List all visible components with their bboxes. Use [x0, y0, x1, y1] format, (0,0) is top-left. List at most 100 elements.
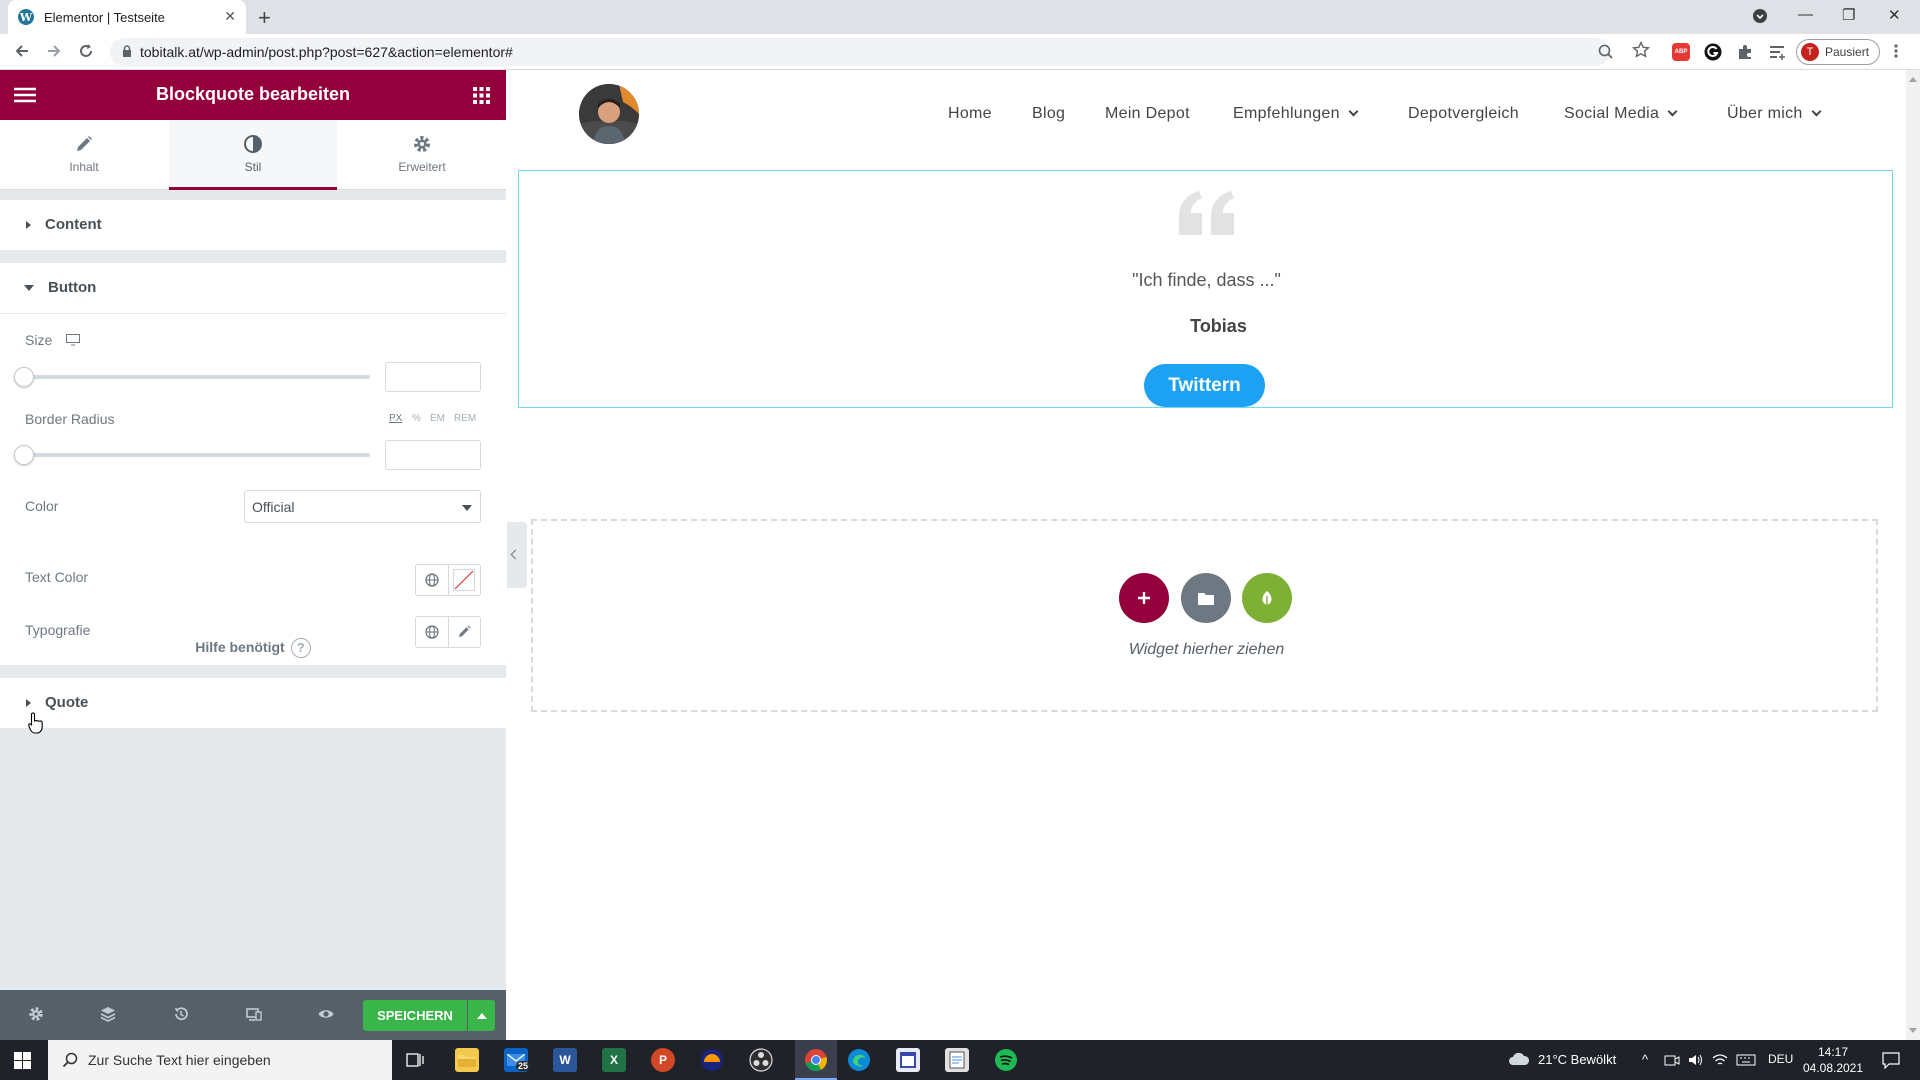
save-button[interactable]: SPEICHERN: [363, 1000, 467, 1031]
color-label: Color: [25, 498, 59, 514]
blockquote-widget[interactable]: "Ich finde, dass ..." Tobias Twittern: [518, 170, 1893, 408]
unit-percent[interactable]: %: [412, 413, 421, 424]
new-tab-icon[interactable]: +: [258, 5, 271, 31]
obs-icon[interactable]: [749, 1048, 773, 1072]
widgets-grid-icon[interactable]: [473, 87, 490, 104]
section-label: Button: [48, 279, 97, 296]
globe-icon[interactable]: [416, 565, 448, 595]
reload-icon[interactable]: [78, 43, 94, 59]
bookmark-star-icon[interactable]: [1632, 41, 1650, 59]
restore-icon[interactable]: ❐: [1842, 6, 1855, 24]
minimize-icon[interactable]: —: [1798, 6, 1813, 23]
border-radius-slider-handle[interactable]: [14, 445, 34, 465]
color-picker-empty-icon[interactable]: [447, 565, 480, 595]
clock[interactable]: 14:17 04.08.2021: [1800, 1044, 1866, 1076]
excel-icon[interactable]: X: [602, 1048, 626, 1072]
tab-erweitert[interactable]: Erweitert: [338, 120, 506, 190]
border-radius-input[interactable]: [385, 440, 481, 470]
extensions-icon[interactable]: [1736, 43, 1754, 61]
volume-icon[interactable]: [1688, 1053, 1704, 1067]
notepad-icon[interactable]: [945, 1048, 969, 1072]
preview-scrollbar[interactable]: [1906, 70, 1920, 1040]
nav-empfehlungen[interactable]: Empfehlungen: [1233, 105, 1359, 123]
desktop-responsive-icon[interactable]: [66, 334, 81, 346]
panel-tabs: Inhalt Stil Erweitert: [0, 120, 506, 190]
tweet-button[interactable]: Twittern: [1144, 364, 1265, 407]
windows-start-icon[interactable]: [14, 1052, 31, 1069]
tab-close-icon[interactable]: ✕: [224, 8, 236, 25]
quote-author: Tobias: [1190, 316, 1247, 336]
url-field[interactable]: tobitalk.at/wp-admin/post.php?post=627&a…: [110, 38, 1613, 66]
zoom-icon[interactable]: [1598, 44, 1614, 60]
panel-collapse-handle[interactable]: [507, 522, 527, 588]
preview-eye-icon[interactable]: [318, 1006, 334, 1022]
add-section-button[interactable]: [1119, 573, 1169, 623]
meet-now-icon[interactable]: [1664, 1053, 1680, 1067]
browser-tab[interactable]: W Elementor | Testseite ✕: [8, 0, 246, 34]
tab-search-icon[interactable]: [1752, 8, 1768, 24]
size-slider[interactable]: [25, 375, 370, 379]
settings-gear-icon[interactable]: [28, 1006, 44, 1022]
chrome-taskbar-active[interactable]: [795, 1040, 837, 1080]
task-view-icon[interactable]: [406, 1052, 424, 1068]
add-template-button[interactable]: [1181, 573, 1231, 623]
profile-button[interactable]: T Pausiert: [1796, 39, 1880, 65]
color-select[interactable]: Official: [244, 490, 481, 523]
nav-label: Social Media: [1564, 105, 1660, 122]
size-slider-handle[interactable]: [14, 367, 34, 387]
history-icon[interactable]: [173, 1006, 189, 1022]
section-quote-heading[interactable]: Quote: [26, 694, 88, 711]
edge-icon[interactable]: [847, 1048, 871, 1072]
envato-kit-button[interactable]: [1242, 573, 1292, 623]
tray-chevron-up-icon[interactable]: ^: [1642, 1052, 1648, 1067]
border-radius-slider[interactable]: [25, 453, 370, 457]
chevron-down-icon: [1667, 106, 1678, 117]
navigator-layers-icon[interactable]: [100, 1006, 116, 1022]
back-icon[interactable]: [14, 43, 30, 59]
language-indicator[interactable]: DEU: [1768, 1052, 1793, 1066]
app-window-icon[interactable]: [896, 1048, 920, 1072]
reading-list-icon[interactable]: [1768, 43, 1786, 61]
site-logo-avatar[interactable]: [579, 84, 639, 144]
window-close-icon[interactable]: ✕: [1888, 6, 1901, 24]
weather-cloud-icon[interactable]: [1508, 1052, 1530, 1066]
nav-social-media[interactable]: Social Media: [1564, 105, 1678, 123]
unit-em[interactable]: EM: [430, 413, 445, 424]
size-label-text: Size: [25, 332, 53, 348]
nav-ueber-mich[interactable]: Über mich: [1727, 105, 1822, 123]
taskbar-search-input[interactable]: Zur Suche Text hier eingeben: [48, 1040, 392, 1080]
size-input[interactable]: [385, 362, 481, 392]
mail-icon[interactable]: 25: [504, 1048, 531, 1072]
browser-menu-icon[interactable]: [1893, 43, 1899, 59]
save-options-button[interactable]: [468, 1000, 495, 1031]
notifications-icon[interactable]: [1882, 1051, 1900, 1069]
unit-rem[interactable]: REM: [454, 413, 476, 424]
grammarly-icon[interactable]: [1704, 43, 1722, 61]
app-icon[interactable]: [700, 1048, 724, 1072]
powerpoint-icon[interactable]: P: [651, 1048, 675, 1072]
section-button-heading[interactable]: Button: [24, 279, 97, 296]
mail-badge: 25: [516, 1061, 531, 1071]
tab-inhalt[interactable]: Inhalt: [0, 120, 168, 190]
nav-depotvergleich[interactable]: Depotvergleich: [1408, 105, 1519, 123]
nav-home[interactable]: Home: [948, 105, 992, 123]
forward-icon[interactable]: [46, 43, 62, 59]
nav-mein-depot[interactable]: Mein Depot: [1105, 105, 1190, 123]
tab-stil[interactable]: Stil: [169, 120, 337, 190]
section-quote[interactable]: Quote: [0, 678, 506, 728]
adblock-icon[interactable]: ABP: [1672, 43, 1690, 61]
text-color-label: Text Color: [25, 569, 89, 585]
word-icon[interactable]: W: [553, 1048, 577, 1072]
gear-icon: [412, 134, 432, 154]
keyboard-icon[interactable]: [1736, 1053, 1756, 1067]
file-explorer-icon[interactable]: [455, 1048, 479, 1072]
network-icon[interactable]: [1712, 1053, 1728, 1067]
section-content[interactable]: Content: [0, 200, 506, 250]
spotify-icon[interactable]: [994, 1048, 1018, 1072]
unit-px[interactable]: PX: [389, 413, 402, 424]
weather-text[interactable]: 21°C Bewölkt: [1538, 1052, 1616, 1067]
section-content-heading[interactable]: Content: [26, 216, 102, 233]
help-link[interactable]: Hilfe benötigt?: [0, 638, 506, 658]
responsive-mode-icon[interactable]: [246, 1006, 262, 1022]
nav-blog[interactable]: Blog: [1032, 105, 1065, 123]
